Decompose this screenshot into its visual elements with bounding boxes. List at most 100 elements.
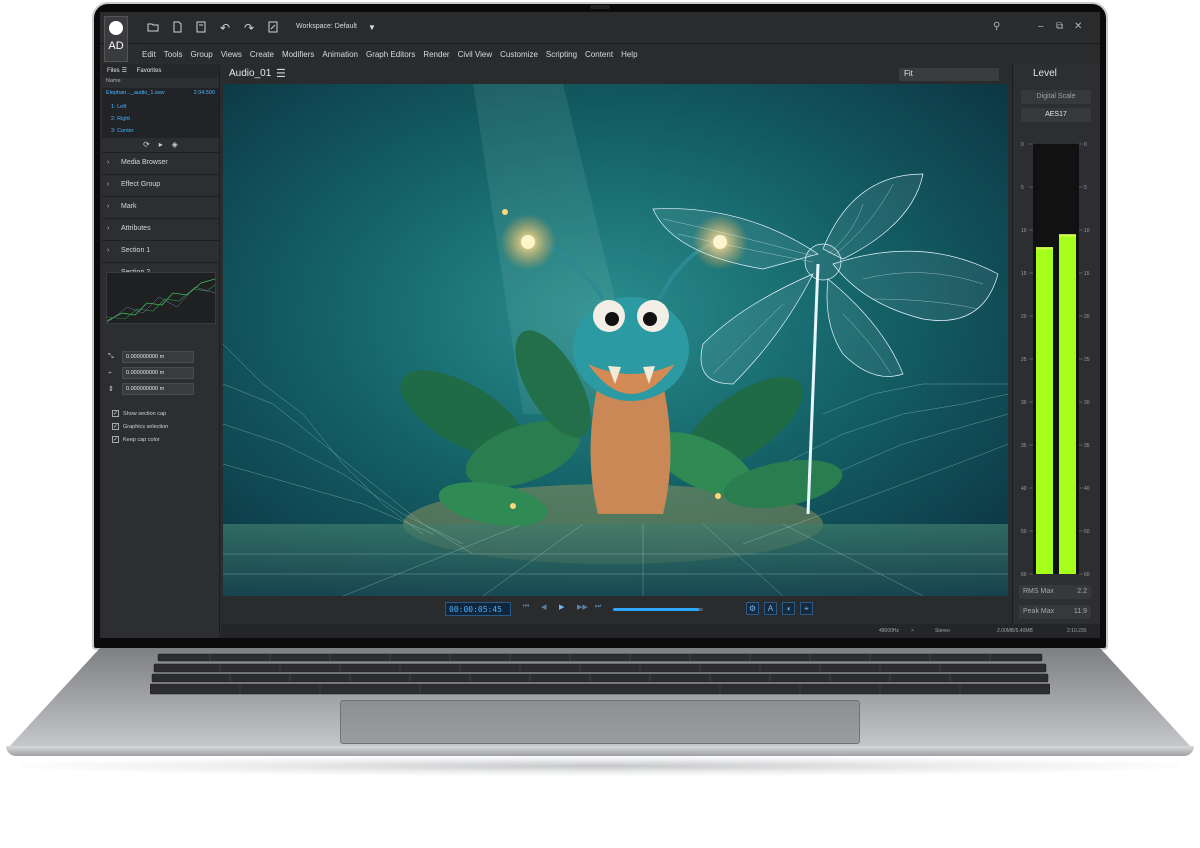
z-field[interactable]: 0.000000000 m xyxy=(122,383,194,395)
scale-mode-selector[interactable]: Digital Scale xyxy=(1021,90,1091,104)
zoom-fit-dropdown[interactable]: Fit xyxy=(899,68,999,81)
checkbox-keep-cap-color[interactable]: ✓ Keep cap color xyxy=(112,436,160,443)
field-row: ÷ 0.000000000 m xyxy=(108,366,194,380)
restore-icon[interactable]: ⧉ xyxy=(1056,21,1063,32)
save-icon[interactable] xyxy=(194,21,208,35)
level-panel: Level Digital Scale AES17 0 0 5 5 10 10 15 15 20… xyxy=(1012,64,1100,624)
speaker-icon[interactable]: ◈ xyxy=(172,140,178,149)
meter-tick-label-right: 5 xyxy=(1084,185,1087,191)
standard-selector[interactable]: AES17 xyxy=(1021,108,1091,122)
pin-icon[interactable]: ⌖ xyxy=(800,602,813,615)
menu-graph-editors[interactable]: Graph Editors xyxy=(362,45,419,63)
tab-favorites[interactable]: Favorites xyxy=(137,68,162,74)
render-settings-icon[interactable] xyxy=(266,21,280,35)
x-field[interactable]: 0.000000000 m xyxy=(122,351,194,363)
meter-tick-label-right: 25 xyxy=(1084,357,1090,363)
meter-tick-label-left: 60 xyxy=(1021,572,1027,578)
playback-progress[interactable] xyxy=(613,608,703,611)
section-graph[interactable] xyxy=(106,272,216,324)
menu-civil-view[interactable]: Civil View xyxy=(454,45,497,63)
step-forward-icon[interactable]: ▶▶ xyxy=(577,603,588,611)
field-row: ⤡ 0.000000000 m xyxy=(108,350,194,364)
channel-item[interactable]: 3: Center xyxy=(102,126,219,138)
menu-tools[interactable]: Tools xyxy=(160,45,187,63)
app-logo[interactable]: AD xyxy=(104,16,128,62)
checkbox-checked-icon[interactable]: ✓ xyxy=(112,423,119,430)
3d-viewport[interactable] xyxy=(223,84,1008,596)
text-a-icon[interactable]: A xyxy=(764,602,777,615)
section-label: Mark xyxy=(121,203,137,210)
panel-tabs: Files ☰ Favorites xyxy=(102,64,219,78)
undo-icon[interactable]: ↶ xyxy=(218,21,232,35)
left-channel-bar xyxy=(1036,247,1053,574)
checkbox-show-section-cap[interactable]: ✓ Show section cap xyxy=(112,410,166,417)
section-label: Effect Group xyxy=(121,181,161,188)
new-folder-icon[interactable] xyxy=(146,21,160,35)
column-header-name[interactable]: Name xyxy=(102,78,219,88)
file-item[interactable]: Elephan..._audio_1.wav 2:34.500 xyxy=(102,88,219,102)
meter-tick-label-left: 10 xyxy=(1021,228,1027,234)
menu-create[interactable]: Create xyxy=(246,45,278,63)
menu-help[interactable]: Help xyxy=(617,45,641,63)
volume-icon[interactable]: ◖ xyxy=(782,602,795,615)
hamburger-icon[interactable]: ☰ xyxy=(276,67,286,80)
section-mark[interactable]: › Mark xyxy=(102,196,219,218)
loop-icon[interactable]: ⟳ xyxy=(143,140,150,149)
menu-group[interactable]: Group xyxy=(186,45,216,63)
menu-animation[interactable]: Animation xyxy=(318,45,362,63)
meter-tick-label-right: 60 xyxy=(1084,572,1090,578)
menu-scripting[interactable]: Scripting xyxy=(542,45,581,63)
meter-tick-label-right: 15 xyxy=(1084,271,1090,277)
section-media-browser[interactable]: › Media Browser xyxy=(102,152,219,174)
checkbox-checked-icon[interactable]: ✓ xyxy=(112,410,119,417)
right-peak-hold xyxy=(1059,234,1076,237)
checkbox-graphics-selection[interactable]: ✓ Graphics selection xyxy=(112,423,168,430)
menu-modifiers[interactable]: Modifiers xyxy=(278,45,318,63)
section-effect-group[interactable]: › Effect Group xyxy=(102,174,219,196)
workspace-selector[interactable]: Workspace: Default xyxy=(296,23,357,30)
memory-usage: 2.00MB/5.40MB xyxy=(997,628,1033,634)
meter-tick-label-left: 30 xyxy=(1021,400,1027,406)
redo-icon[interactable]: ↷ xyxy=(242,21,256,35)
meter-tick-label-left: 25 xyxy=(1021,357,1027,363)
menu-render[interactable]: Render xyxy=(419,45,453,63)
laptop: AD ↶ ↷ Workspace: Default ▼ ⚲ – ⧉ ✕ Edit… xyxy=(0,0,1200,848)
rms-max-readout: RMS Max 2.2 xyxy=(1019,585,1091,599)
menu-bar: Edit Tools Group Views Create Modifiers Animat… xyxy=(138,44,1100,62)
checkbox-checked-icon[interactable]: ✓ xyxy=(112,436,119,443)
chevron-down-icon[interactable]: ▼ xyxy=(368,23,376,32)
search-icon[interactable]: ⚲ xyxy=(993,21,1000,32)
file-controls: ⟳ ▸ ◈ xyxy=(102,138,219,152)
open-file-icon[interactable] xyxy=(170,21,184,35)
skip-forward-icon[interactable]: ⏭ xyxy=(595,603,601,611)
timecode-display[interactable]: 00:00:05:45 xyxy=(445,602,511,616)
step-back-icon[interactable]: ◀ xyxy=(541,603,546,611)
section-1[interactable]: › Section 1 xyxy=(102,240,219,262)
channel-item[interactable]: 2: Right xyxy=(102,114,219,126)
file-duration: 2:34.500 xyxy=(193,90,215,96)
minimize-icon[interactable]: – xyxy=(1038,21,1044,32)
play-icon[interactable]: ▸ xyxy=(159,140,163,149)
fit-label: Fit xyxy=(904,69,913,78)
menu-views[interactable]: Views xyxy=(217,45,246,63)
section-attributes[interactable]: › Attributes xyxy=(102,218,219,240)
status-bar: 48000Hz × Stereo 2.00MB/5.40MB 2:10.230 xyxy=(221,624,1100,638)
menu-content[interactable]: Content xyxy=(581,45,617,63)
section-label: Media Browser xyxy=(121,159,168,166)
menu-edit[interactable]: Edit xyxy=(138,45,160,63)
skip-back-icon[interactable]: ⏮ xyxy=(523,603,529,611)
screen: AD ↶ ↷ Workspace: Default ▼ ⚲ – ⧉ ✕ Edit… xyxy=(100,12,1100,638)
y-field[interactable]: 0.000000000 m xyxy=(122,367,194,379)
menu-customize[interactable]: Customize xyxy=(496,45,542,63)
chevron-right-icon: › xyxy=(107,203,110,210)
close-icon[interactable]: ✕ xyxy=(1074,21,1082,32)
channel-item[interactable]: 1: Left xyxy=(102,102,219,114)
play-icon[interactable]: ▶ xyxy=(559,603,564,611)
meter-tick-label-left: 15 xyxy=(1021,271,1027,277)
hamburger-icon[interactable]: ☰ xyxy=(122,68,127,74)
tab-files[interactable]: Files xyxy=(107,68,120,74)
meter-tick-label-left: 5 xyxy=(1021,185,1024,191)
settings-gear-icon[interactable]: ⚙ xyxy=(746,602,759,615)
meter-tick-label-left: 50 xyxy=(1021,529,1027,535)
left-peak-hold xyxy=(1036,247,1053,250)
